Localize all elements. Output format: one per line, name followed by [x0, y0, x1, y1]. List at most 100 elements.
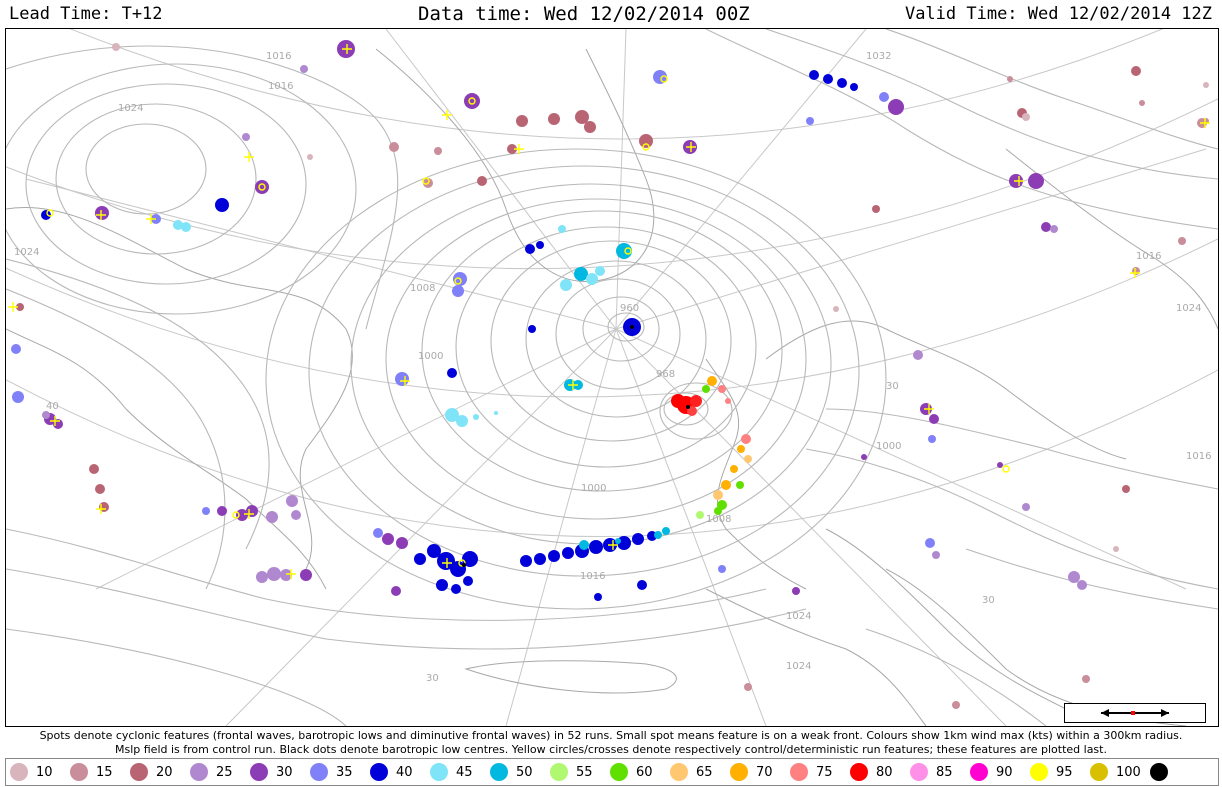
- legend-swatch: [430, 763, 448, 781]
- legend-label: 35: [336, 764, 353, 780]
- isobar-label: 1000: [876, 441, 901, 452]
- data-time: Data time: Wed 12/02/2014 00Z: [418, 3, 750, 25]
- isobar-label: 30: [982, 595, 995, 606]
- legend-label: 20: [156, 764, 173, 780]
- deterministic-markers: [8, 44, 1210, 579]
- feature-cluster: [41, 70, 858, 601]
- isobar-label: 1000: [581, 483, 606, 494]
- legend-swatch: [490, 763, 508, 781]
- valid-time: Valid Time: Wed 12/02/2014 12Z: [904, 4, 1212, 24]
- graticule: [6, 29, 1218, 726]
- isobar-label: 968: [656, 369, 675, 380]
- isobar-label: 1016: [1136, 251, 1161, 262]
- legend-item: 75: [786, 763, 846, 781]
- legend-item: 80: [846, 763, 906, 781]
- legend-item: 50: [486, 763, 546, 781]
- lead-time: Lead Time: T+12: [9, 4, 163, 24]
- legend-label: 100: [1116, 764, 1141, 780]
- legend-swatch: [310, 763, 328, 781]
- isobar-label: 30: [426, 673, 439, 684]
- legend-swatch: [1090, 763, 1108, 781]
- legend-label: 70: [756, 764, 773, 780]
- legend-label: 75: [816, 764, 833, 780]
- legend-item-black: [1146, 763, 1176, 781]
- feature-cluster: [173, 220, 632, 427]
- legend-label: 45: [456, 764, 473, 780]
- isobar-label: 1032: [866, 51, 891, 62]
- legend-label: 40: [396, 764, 413, 780]
- legend-item: 15: [66, 763, 126, 781]
- note-line-2: Mslp field is from control run. Black do…: [115, 743, 1107, 756]
- legend-label: 60: [636, 764, 653, 780]
- feature-cluster: [16, 66, 1141, 512]
- legend-item: 70: [726, 763, 786, 781]
- isobar-label: 1016: [266, 51, 291, 62]
- legend-swatch: [970, 763, 988, 781]
- barotropic-low-centres: [462, 325, 690, 567]
- legend-swatch: [790, 763, 808, 781]
- legend-swatch: [10, 763, 28, 781]
- isobar-label: 1016: [1186, 451, 1211, 462]
- legend-item: 40: [366, 763, 426, 781]
- legend-item: 30: [246, 763, 306, 781]
- legend-item: 25: [186, 763, 246, 781]
- legend-label: 15: [96, 764, 113, 780]
- legend-swatch: [1150, 763, 1168, 781]
- isobar-label: 1016: [580, 571, 605, 582]
- legend-label: 50: [516, 764, 533, 780]
- legend-swatch: [550, 763, 568, 781]
- legend-label: 30: [276, 764, 293, 780]
- legend-item: 90: [966, 763, 1026, 781]
- legend-item: 45: [426, 763, 486, 781]
- legend-swatch: [1030, 763, 1048, 781]
- isobar-label: 1000: [418, 351, 443, 362]
- forecast-map: 1024 1008 1016 1032 1024 1016 1000 1008 …: [5, 28, 1219, 727]
- isobar-label: 1008: [706, 514, 731, 525]
- legend-swatch: [70, 763, 88, 781]
- isobar-label: 1024: [786, 661, 811, 672]
- legend-label: 90: [996, 764, 1013, 780]
- legend-swatch: [670, 763, 688, 781]
- legend-label: 65: [696, 764, 713, 780]
- feature-cluster: [112, 43, 1209, 552]
- isobar-label: 1016: [268, 81, 293, 92]
- feature-cluster: [671, 376, 752, 519]
- legend-item: 60: [606, 763, 666, 781]
- feature-cluster: [44, 40, 1051, 596]
- legend-swatch: [610, 763, 628, 781]
- legend-label: 25: [216, 764, 233, 780]
- isobar-label: 40: [46, 401, 59, 412]
- feature-spots: [8, 40, 1210, 709]
- legend-label: 85: [936, 764, 953, 780]
- isobar-label: 1008: [410, 283, 435, 294]
- legend-label: 80: [876, 764, 893, 780]
- legend-swatch: [910, 763, 928, 781]
- isobar-label: 30: [886, 381, 899, 392]
- legend-item: 100: [1086, 763, 1146, 781]
- isobar-label: 1024: [14, 247, 39, 258]
- legend-item: 35: [306, 763, 366, 781]
- legend-label: 55: [576, 764, 593, 780]
- legend-swatch: [190, 763, 208, 781]
- legend-item: 10: [6, 763, 66, 781]
- legend-swatch: [730, 763, 748, 781]
- isobar-label: 1024: [786, 611, 811, 622]
- isobars: [6, 29, 1218, 726]
- legend-item: 85: [906, 763, 966, 781]
- isobar-label: 960: [620, 303, 639, 314]
- wind-colour-legend: 10 15 20 25 30 35 40 45 50 55 60 65 70 7…: [5, 758, 1219, 786]
- legend-swatch: [250, 763, 268, 781]
- legend-item: 95: [1026, 763, 1086, 781]
- legend-swatch: [130, 763, 148, 781]
- isobar-label: 1024: [1176, 303, 1201, 314]
- legend-item: 55: [546, 763, 606, 781]
- legend-label: 95: [1056, 764, 1073, 780]
- legend-swatch: [850, 763, 868, 781]
- legend-swatch: [370, 763, 388, 781]
- legend-item: 65: [666, 763, 726, 781]
- feature-cluster: [11, 70, 936, 573]
- isobar-label: 1024: [118, 103, 143, 114]
- scale-arrow: [1064, 703, 1206, 723]
- note-line-1: Spots denote cyclonic features (frontal …: [39, 729, 1183, 742]
- legend-item: 20: [126, 763, 186, 781]
